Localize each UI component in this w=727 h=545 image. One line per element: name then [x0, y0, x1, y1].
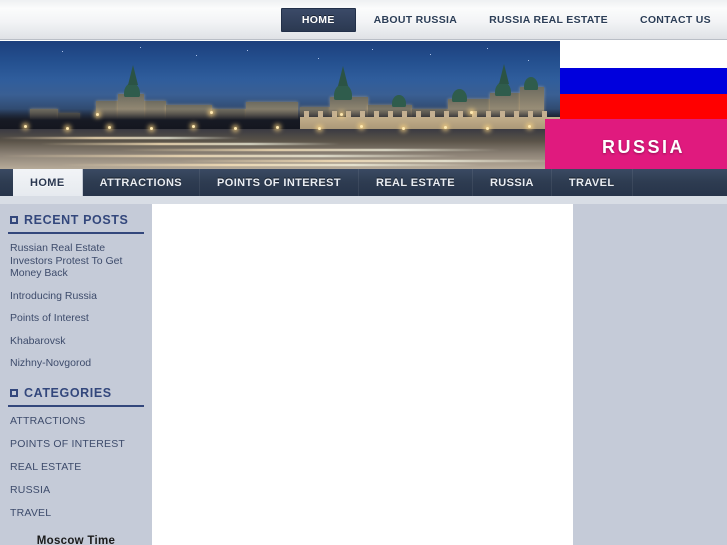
main-nav: HOME ATTRACTIONS POINTS OF INTEREST REAL…: [0, 169, 727, 196]
category-link-real-estate[interactable]: REAL ESTATE: [8, 461, 144, 473]
recent-post-link[interactable]: Russian Real Estate Investors Protest To…: [8, 242, 144, 280]
banner-photo-kremlin-night: [0, 41, 560, 169]
moscow-time-title: Moscow Time: [36, 534, 116, 545]
recent-post-link[interactable]: Points of Interest: [8, 312, 144, 325]
widget-categories-header: CATEGORIES: [8, 384, 144, 405]
recent-post-link[interactable]: Introducing Russia: [8, 290, 144, 303]
flag-stripe-red: [560, 94, 727, 119]
body-top-rule: [0, 196, 727, 204]
body-area: RECENT POSTS Russian Real Estate Investo…: [0, 196, 727, 545]
square-bullet-icon: [10, 216, 18, 224]
sidebar: RECENT POSTS Russian Real Estate Investo…: [0, 204, 152, 545]
page-root: HOME ABOUT RUSSIA RUSSIA REAL ESTATE CON…: [0, 0, 727, 545]
topnav-item-home[interactable]: HOME: [280, 8, 356, 32]
recent-post-link[interactable]: Nizhny-Novgorod: [8, 357, 144, 370]
widget-categories-title: CATEGORIES: [24, 385, 112, 400]
flag-stripe-blue: [560, 68, 727, 94]
topnav-item-russia-real-estate[interactable]: RUSSIA REAL ESTATE: [475, 8, 622, 32]
mainnav-item-points-of-interest[interactable]: POINTS OF INTEREST: [200, 169, 359, 196]
top-utility-nav: HOME ABOUT RUSSIA RUSSIA REAL ESTATE CON…: [0, 0, 727, 40]
category-link-russia[interactable]: RUSSIA: [8, 484, 144, 496]
widget-categories-rule: [8, 404, 144, 407]
topnav-item-contact-us[interactable]: CONTACT US: [626, 8, 725, 32]
mainnav-item-attractions[interactable]: ATTRACTIONS: [83, 169, 201, 196]
topnav-item-about-russia[interactable]: ABOUT RUSSIA: [360, 8, 472, 32]
mainnav-item-home[interactable]: HOME: [13, 169, 83, 196]
category-link-attractions[interactable]: ATTRACTIONS: [8, 415, 144, 427]
russian-flag-panel: RUSSIA: [545, 41, 727, 169]
mainnav-item-real-estate[interactable]: REAL ESTATE: [359, 169, 473, 196]
square-bullet-icon: [10, 388, 18, 397]
widget-recent-posts-title: RECENT POSTS: [24, 213, 129, 227]
banner-road-light-trails: [0, 129, 560, 169]
main-content: [152, 204, 573, 545]
mainnav-item-travel[interactable]: TRAVEL: [552, 169, 633, 196]
category-link-travel[interactable]: TRAVEL: [8, 507, 144, 519]
widget-recent-posts-rule: [8, 232, 144, 234]
banner-title: RUSSIA: [601, 137, 685, 157]
widget-recent-posts-header: RECENT POSTS: [8, 211, 144, 232]
widget-categories: CATEGORIES ATTRACTIONS POINTS OF INTERES…: [8, 384, 144, 519]
recent-post-link[interactable]: Khabarovsk: [8, 335, 144, 348]
mainnav-item-russia[interactable]: RUSSIA: [473, 169, 552, 196]
category-link-points-of-interest[interactable]: POINTS OF INTEREST: [8, 438, 144, 450]
right-rail: [573, 204, 727, 545]
site-banner: RUSSIA: [0, 41, 727, 169]
widget-recent-posts: RECENT POSTS Russian Real Estate Investo…: [8, 211, 144, 370]
flag-stripe-white: [560, 41, 727, 68]
top-utility-nav-list: HOME ABOUT RUSSIA RUSSIA REAL ESTATE CON…: [279, 0, 727, 40]
